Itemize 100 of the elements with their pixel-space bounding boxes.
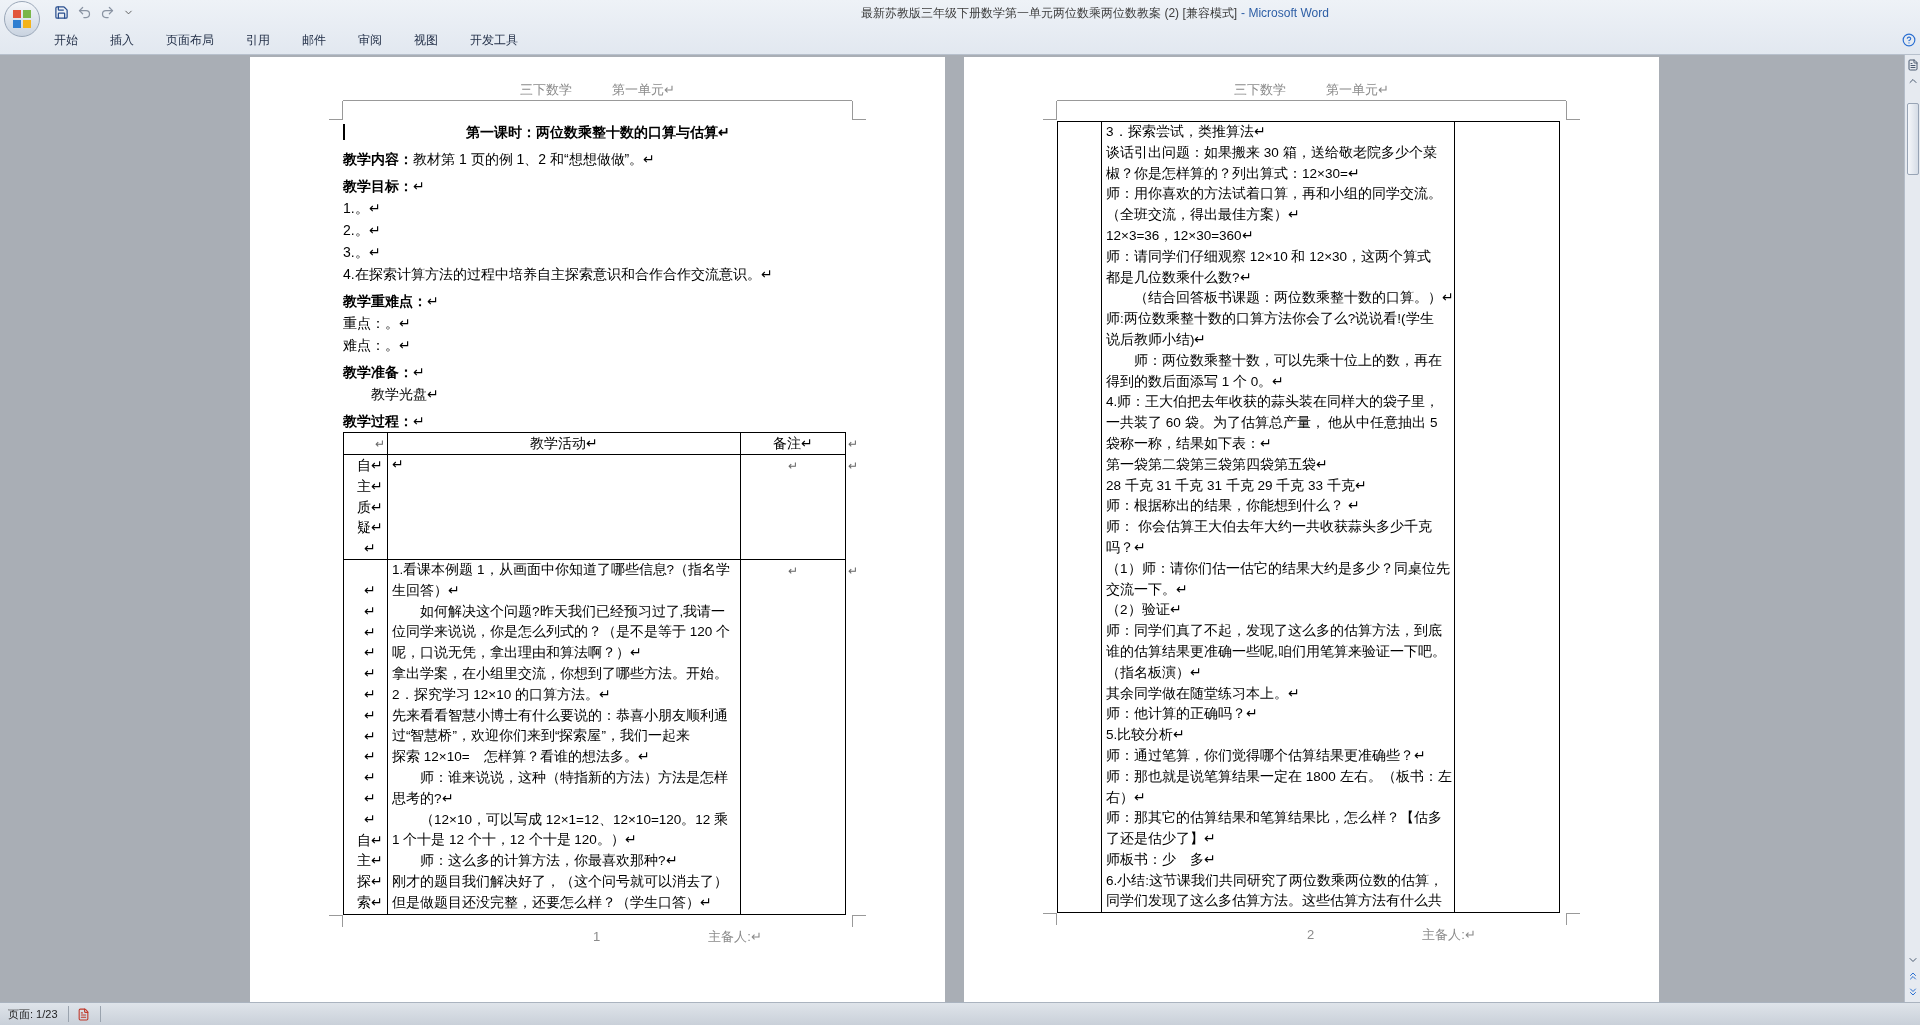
- paragraph: 师：根据称出的结果，你能想到什么？ ↵: [1106, 497, 1361, 516]
- cell-text: ↵: [362, 664, 376, 684]
- paragraph: （1）师：请你们估一估它的结果大约是多少？同桌位先 交流一下。↵: [1106, 559, 1450, 599]
- row-end-mark: ↵: [848, 563, 858, 580]
- ribbon-tab[interactable]: 开始: [50, 30, 82, 49]
- cell-text: ↵: [362, 768, 376, 788]
- page-header-text: 第一单元↵: [612, 81, 675, 100]
- office-button[interactable]: [4, 0, 40, 37]
- paragraph: 其余同学做在随堂练习本上。↵: [1106, 684, 1301, 703]
- corner-mark: [1566, 101, 1580, 120]
- cell-text: 主↵: [355, 851, 383, 871]
- ribbon-tab[interactable]: 审阅: [354, 30, 386, 49]
- section-heading: 教学过程：↵: [343, 412, 426, 431]
- logo-icon: [12, 8, 32, 29]
- paragraph: 师：通过笔算，你们觉得哪个估算结果更准确些？↵: [1106, 746, 1427, 765]
- paragraph: 先来看看智慧小博士有什么要说的：恭喜小朋友顺利通 过“智慧桥”，欢迎你们来到“探索屋”，我们一起来 探索 12×10= 怎样算？看谁的想法多。↵: [392, 706, 729, 767]
- page-header-text: 第一单元↵: [1326, 81, 1389, 100]
- cell-text: 自↵: [355, 456, 383, 475]
- cell-text: ↵: [362, 809, 376, 829]
- cell-text: ↵: [788, 458, 798, 475]
- paragraph: 3．探索尝试，类推算法↵: [1106, 123, 1267, 141]
- paragraph: 师：同学们真了不起，发现了这么多的估算方法，到底 谁的估算结果更准确一些呢,咱们用笔算来验证一下吧。 （指名板演）↵: [1106, 622, 1447, 682]
- scroll-bar[interactable]: [1904, 55, 1920, 1002]
- page-header-text: 三下数学: [1234, 81, 1286, 100]
- paragraph: 教学光盘↵: [370, 385, 440, 404]
- section-heading: 教学准备：↵: [343, 363, 426, 382]
- paragraph: （12×10，可以写成 12×1=12、12×10=120。12 乘 1 个十是 12 个十，12 个十是 120。）↵: [392, 810, 730, 850]
- paragraph: 师：他计算的正确吗？↵: [1106, 705, 1259, 724]
- cell-text: ↵: [362, 622, 376, 642]
- paragraph: 第一袋第二袋第三袋第四袋第五袋↵: [1106, 455, 1329, 474]
- page-number: 2: [1307, 926, 1315, 945]
- column-header: 教学活动↵: [530, 434, 598, 453]
- paragraph: 4.在探索计算方法的过程中培养自主探索意识和合作合作交流意识。↵: [343, 265, 774, 284]
- paragraph: 1.看课本例题 1，从画面中你知道了哪些信息?（指名学 生回答）↵: [392, 561, 732, 600]
- ribbon-tab[interactable]: 页面布局: [162, 30, 218, 49]
- paragraph: 5.比较分析↵: [1106, 726, 1187, 745]
- footer-text: 主备人:↵: [708, 927, 762, 946]
- paragraph: （2）验证↵: [1106, 601, 1183, 620]
- paragraph: 师：那也就是说笔算结果一定在 1800 左右。（板书：左 右）↵: [1106, 767, 1450, 807]
- window-title: 最新苏教版三年级下册数学第一单元两位数乘两位数教案 (2) [兼容模式]: [861, 4, 1238, 22]
- paragraph: 6.小结:这节课我们共同研究了两位数乘两位数的估算， 同学们发现了这么多估算方法。这些估算方法有什么共: [1106, 871, 1444, 911]
- page-header-text: 三下数学: [520, 81, 572, 100]
- cell-text: ↵: [362, 539, 376, 559]
- paragraph: 师：用你喜欢的方法试着口算，再和小组的同学交流。 （全班交流，得出最佳方案）↵: [1106, 185, 1443, 225]
- scroll-thumb[interactable]: [1906, 103, 1919, 175]
- cell-text: 疑↵: [355, 518, 383, 538]
- paragraph: 重点：。↵: [343, 314, 412, 333]
- cell-text: ↵: [362, 643, 376, 663]
- cell-text: 索↵: [355, 892, 383, 912]
- redo-icon[interactable]: [100, 5, 115, 20]
- corner-mark: [1043, 101, 1057, 120]
- paragraph: 3.。↵: [343, 243, 382, 262]
- cell-text: ↵: [788, 563, 798, 580]
- paragraph: 难点：。↵: [343, 336, 412, 355]
- document-icon[interactable]: [76, 1007, 90, 1021]
- cell-text: ↵: [362, 747, 376, 767]
- section-heading: 教学内容：教材第 1 页的例 1、2 和“想想做做”。↵: [343, 150, 657, 169]
- paragraph: （结合回答板书课题：两位数乘整十数的口算。）↵: [1133, 289, 1450, 308]
- column-header: 备注↵: [773, 434, 813, 453]
- cell-text: 自↵: [355, 830, 383, 850]
- cell-text: ↵: [362, 705, 376, 725]
- paragraph: ↵: [392, 456, 405, 474]
- corner-mark: [1043, 913, 1057, 926]
- undo-icon[interactable]: [77, 5, 92, 20]
- cell-text: ↵: [362, 581, 376, 600]
- paragraph: 师板书：少 多↵: [1106, 850, 1217, 869]
- row-end-mark: ↵: [848, 435, 858, 453]
- paragraph: 12×3=36，12×30=360↵: [1106, 227, 1255, 245]
- app-name: - Microsoft Word: [1241, 4, 1329, 22]
- ribbon-tab[interactable]: 开发工具: [466, 30, 522, 49]
- help-icon[interactable]: [1902, 33, 1916, 47]
- save-icon[interactable]: [54, 5, 69, 20]
- lesson-title: 第一课时：两位数乘整十数的口算与估算↵: [465, 123, 730, 142]
- corner-mark: [329, 914, 343, 927]
- paragraph: 师：那其它的估算结果和笔算结果比，怎么样？【估多 了还是估少了】↵: [1106, 809, 1443, 849]
- ribbon-tab[interactable]: 引用: [242, 30, 274, 49]
- corner-mark: [852, 101, 866, 120]
- header-cell-text: ↵: [375, 435, 385, 453]
- cell-text: 主↵: [355, 476, 383, 496]
- paragraph: 师： 你会估算王大伯去年大约一共收获蒜头多少千克 吗？↵: [1106, 518, 1433, 557]
- page-count[interactable]: 页面: 1/23: [8, 1005, 58, 1023]
- row-end-mark: ↵: [848, 458, 858, 475]
- ribbon-tab[interactable]: 邮件: [298, 30, 330, 49]
- paragraph: 师：谁来说说，这种（特指新的方法）方法是怎样 思考的?↵: [392, 768, 729, 808]
- page-number: 1: [593, 927, 601, 946]
- corner-mark: [1566, 913, 1580, 926]
- paragraph: 师：两位数乘整十数，可以先乘十位上的数，再在 得到的数后面添写 1 个 0。↵: [1106, 351, 1443, 391]
- section-heading: 教学重难点：↵: [343, 292, 440, 311]
- corner-mark: [852, 914, 866, 927]
- paragraph: 28 千克 31 千克 31 千克 29 千克 33 千克↵: [1106, 476, 1368, 495]
- ribbon-tab[interactable]: 视图: [410, 30, 442, 49]
- cell-text: ↵: [362, 788, 376, 808]
- paragraph: 拿出学案，在小组里交流，你想到了哪些方法。开始。: [392, 664, 729, 683]
- corner-mark: [329, 101, 343, 120]
- section-heading: 教学目标：↵: [343, 177, 426, 196]
- cell-text: 探↵: [355, 872, 383, 892]
- ribbon-tab[interactable]: 插入: [106, 30, 138, 49]
- cell-text: ↵: [362, 684, 376, 704]
- paragraph: 师：请同学们仔细观察 12×10 和 12×30，这两个算式 都是几位数乘什么数?↵: [1106, 247, 1433, 287]
- cell-text: 质↵: [355, 497, 383, 517]
